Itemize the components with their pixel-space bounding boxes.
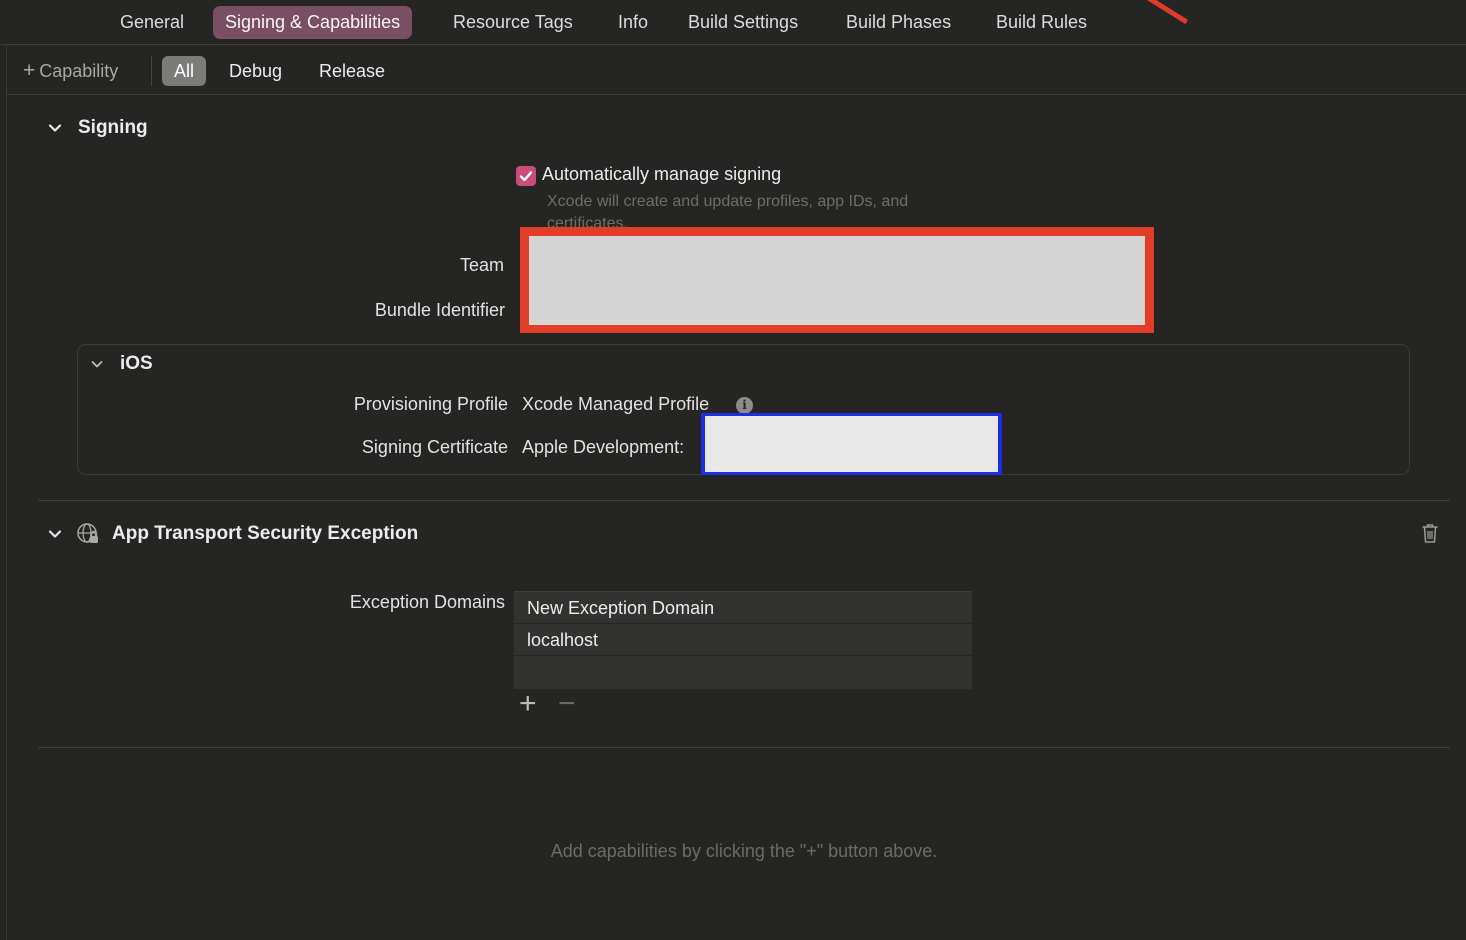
checkmark-icon xyxy=(519,171,533,182)
section-divider xyxy=(38,747,1450,748)
chevron-down-icon xyxy=(48,530,62,538)
tab-info[interactable]: Info xyxy=(606,6,660,39)
signing-certificate-label: Signing Certificate xyxy=(361,437,508,457)
list-item[interactable]: New Exception Domain xyxy=(514,592,972,624)
info-icon[interactable]: i xyxy=(736,397,753,414)
signing-section-title: Signing xyxy=(78,117,148,138)
remove-domain-button[interactable]: − xyxy=(558,689,576,719)
capability-filter-bar: + Capability All Debug Release xyxy=(7,46,1466,95)
plus-icon: + xyxy=(23,59,36,82)
segment-release[interactable]: Release xyxy=(307,56,397,86)
signing-capabilities-pane: General Signing & Capabilities Resource … xyxy=(0,0,1466,940)
segment-debug[interactable]: Debug xyxy=(217,56,294,86)
tab-signing-capabilities[interactable]: Signing & Capabilities xyxy=(213,6,413,39)
bundle-identifier-label: Bundle Identifier xyxy=(374,300,505,320)
editor-tab-bar: General Signing & Capabilities Resource … xyxy=(0,0,1466,45)
segment-all[interactable]: All xyxy=(162,56,207,86)
filter-divider xyxy=(151,56,152,86)
redacted-certificate-box xyxy=(701,413,1002,475)
list-item[interactable] xyxy=(514,656,972,688)
globe-lock-icon xyxy=(77,523,98,543)
add-capability-button[interactable]: + Capability xyxy=(23,58,118,84)
exception-domains-table: New Exception Domain localhost xyxy=(514,591,972,689)
auto-manage-signing-label: Automatically manage signing xyxy=(542,164,782,184)
team-label: Team xyxy=(459,255,504,275)
signing-certificate-value: Apple Development: xyxy=(522,437,685,457)
redaction-fill xyxy=(529,236,1145,325)
tab-resource-tags[interactable]: Resource Tags xyxy=(441,6,585,39)
provisioning-profile-value: Xcode Managed Profile xyxy=(522,394,710,414)
ats-section-title: App Transport Security Exception xyxy=(112,523,419,544)
add-capability-label: Capability xyxy=(39,61,119,81)
redacted-team-bundle-box xyxy=(520,227,1154,333)
ats-section-header[interactable]: App Transport Security Exception xyxy=(48,520,418,548)
tab-general[interactable]: General xyxy=(108,6,196,39)
pane-left-border xyxy=(6,44,7,940)
ios-section-header[interactable]: iOS xyxy=(90,350,153,378)
tab-build-phases[interactable]: Build Phases xyxy=(834,6,963,39)
tab-build-settings[interactable]: Build Settings xyxy=(676,6,810,39)
add-domain-button[interactable]: + xyxy=(519,689,537,719)
auto-manage-signing-hint: Xcode will create and update profiles, a… xyxy=(547,193,909,227)
tab-build-rules[interactable]: Build Rules xyxy=(984,6,1099,39)
list-item[interactable]: localhost xyxy=(514,624,972,656)
provisioning-profile-label: Provisioning Profile xyxy=(353,394,508,414)
trash-icon[interactable] xyxy=(1420,522,1440,544)
exception-domains-label: Exception Domains xyxy=(349,592,505,612)
chevron-down-icon xyxy=(48,124,62,132)
redaction-fill xyxy=(705,416,998,472)
ios-section-title: iOS xyxy=(120,353,153,374)
add-capabilities-hint: Add capabilities by clicking the "+" but… xyxy=(550,841,938,861)
auto-manage-signing-checkbox[interactable] xyxy=(516,166,536,186)
red-annotation-mark xyxy=(1144,0,1189,25)
section-divider xyxy=(38,500,1450,501)
signing-section-header[interactable]: Signing xyxy=(48,114,148,142)
chevron-down-icon xyxy=(91,361,103,368)
